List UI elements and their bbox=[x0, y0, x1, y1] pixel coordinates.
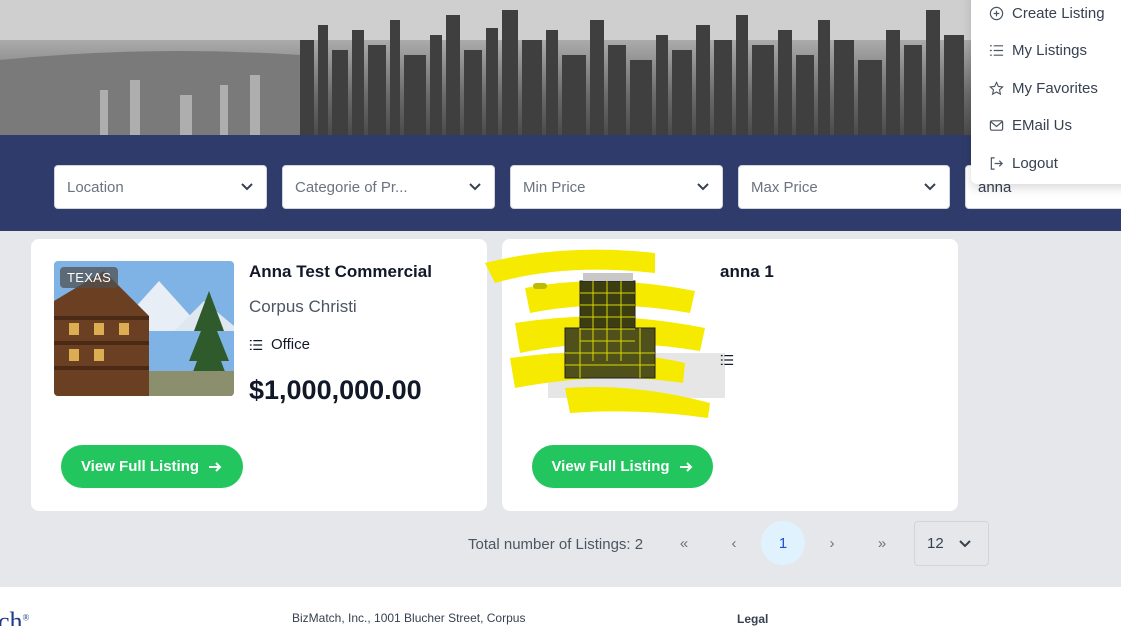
menu-item-label: My Listings bbox=[1012, 42, 1088, 59]
registered-mark: ® bbox=[22, 612, 30, 623]
page-button-current[interactable]: 1 bbox=[761, 521, 805, 565]
max-price-select[interactable]: Max Price bbox=[738, 165, 950, 209]
button-label: View Full Listing bbox=[80, 458, 200, 475]
star-icon bbox=[989, 81, 1004, 96]
category-select[interactable]: Categorie of Pr... bbox=[282, 165, 495, 209]
plus-circle-icon bbox=[989, 6, 1004, 21]
page-number: 1 bbox=[778, 534, 788, 552]
menu-item-create-listing[interactable]: Create Listing bbox=[989, 5, 1105, 22]
listing-category bbox=[720, 353, 742, 367]
menu-item-my-listings[interactable]: My Listings bbox=[989, 42, 1087, 59]
total-listings-text: Total number of Listings: 2 bbox=[468, 536, 644, 553]
menu-item-logout[interactable]: Logout bbox=[989, 155, 1058, 172]
filter-bar: Location Categorie of Pr... Min Price Ma… bbox=[0, 135, 1121, 231]
state-badge: TEXAS bbox=[60, 267, 119, 288]
first-page-button[interactable]: « bbox=[662, 521, 706, 565]
chevron-down-icon bbox=[958, 539, 971, 547]
skyline-image bbox=[0, 0, 1121, 135]
footer: ch® BizMatch, Inc., 1001 Blucher Street,… bbox=[0, 587, 1121, 626]
next-page-icon: › bbox=[829, 534, 835, 552]
location-select[interactable]: Location bbox=[54, 165, 267, 209]
listing-city: Corpus Christi bbox=[249, 297, 357, 316]
envelope-icon bbox=[989, 120, 1004, 131]
building-image-scribbled bbox=[485, 249, 725, 418]
listing-image[interactable] bbox=[485, 249, 725, 418]
next-page-button[interactable]: › bbox=[810, 521, 854, 565]
view-full-listing-button[interactable]: View Full Listing bbox=[61, 445, 243, 488]
menu-item-label: EMail Us bbox=[1012, 117, 1073, 134]
category-select-label: Categorie of Pr... bbox=[295, 178, 408, 196]
last-page-icon: » bbox=[877, 534, 887, 552]
listing-image[interactable]: TEXAS bbox=[54, 261, 234, 396]
menu-item-label: Create Listing bbox=[1012, 5, 1105, 22]
list-icon bbox=[720, 354, 734, 366]
view-full-listing-button[interactable]: View Full Listing bbox=[532, 445, 713, 488]
pagination: Total number of Listings: 2 « ‹ 1 › » 12 bbox=[0, 521, 1121, 567]
first-page-icon: « bbox=[679, 534, 689, 552]
chevron-down-icon bbox=[469, 183, 481, 191]
prev-page-button[interactable]: ‹ bbox=[712, 521, 756, 565]
hero-city-skyline bbox=[0, 0, 1121, 135]
logo-text: ch bbox=[0, 607, 23, 626]
user-dropdown-menu: Create Listing My Listings My Favorites … bbox=[971, 0, 1121, 184]
listing-card: TEXAS Anna Test Commercial Corpus Christ… bbox=[31, 239, 487, 511]
logout-icon bbox=[990, 157, 1003, 170]
arrow-right-icon bbox=[679, 461, 692, 472]
listing-card: anna 1 View Full Listing bbox=[485, 239, 958, 511]
listing-title[interactable]: anna 1 bbox=[720, 262, 774, 282]
menu-item-email-us[interactable]: EMail Us bbox=[989, 117, 1072, 134]
chevron-down-icon bbox=[241, 183, 253, 191]
menu-item-my-favorites[interactable]: My Favorites bbox=[989, 80, 1098, 97]
footer-legal-heading: Legal bbox=[737, 612, 769, 626]
footer-logo[interactable]: ch® bbox=[0, 607, 29, 626]
location-select-label: Location bbox=[67, 178, 124, 196]
list-icon bbox=[249, 339, 263, 350]
per-page-value: 12 bbox=[927, 535, 944, 552]
button-label: View Full Listing bbox=[551, 458, 670, 475]
min-price-label: Min Price bbox=[523, 178, 586, 196]
listing-price: $1,000,000.00 bbox=[249, 375, 422, 405]
listing-category: Office bbox=[249, 336, 310, 353]
footer-address: BizMatch, Inc., 1001 Blucher Street, Cor… bbox=[292, 611, 526, 625]
prev-page-icon: ‹ bbox=[731, 534, 737, 552]
listing-title[interactable]: Anna Test Commercial bbox=[249, 262, 432, 282]
list-icon bbox=[989, 45, 1004, 56]
menu-item-label: Logout bbox=[1012, 155, 1058, 172]
max-price-label: Max Price bbox=[751, 178, 818, 196]
listing-category-label: Office bbox=[271, 336, 310, 353]
last-page-button[interactable]: » bbox=[860, 521, 904, 565]
arrow-right-icon bbox=[209, 461, 222, 472]
chevron-down-icon bbox=[697, 183, 709, 191]
min-price-select[interactable]: Min Price bbox=[510, 165, 723, 209]
chevron-down-icon bbox=[924, 183, 936, 191]
per-page-select[interactable]: 12 bbox=[914, 521, 989, 566]
menu-item-label: My Favorites bbox=[1012, 80, 1098, 97]
